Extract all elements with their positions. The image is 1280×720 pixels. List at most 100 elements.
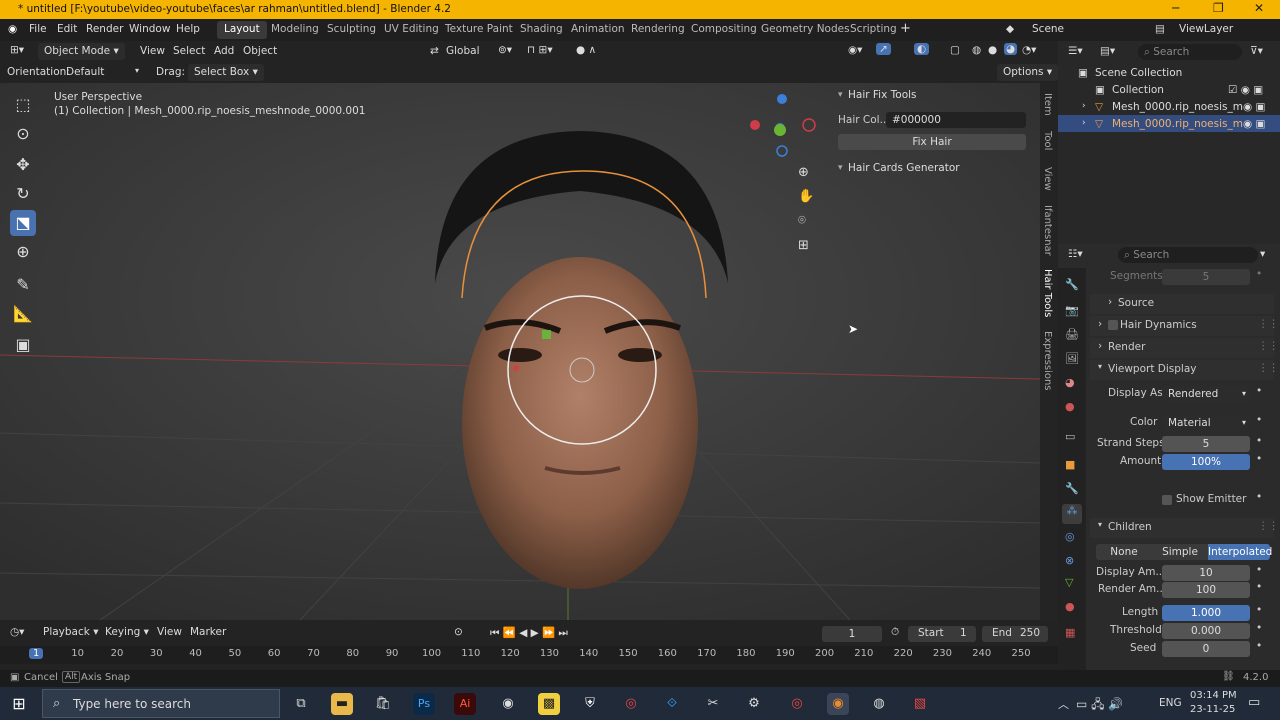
keyframe-dot-icon[interactable]: • [1256,453,1262,465]
tab-item[interactable]: Item [1042,93,1053,116]
marker-menu[interactable]: Marker [190,626,226,638]
maximize-icon[interactable]: ❐ [1213,1,1224,15]
start-frame-field[interactable]: Start 1 [908,626,976,642]
data-props-icon[interactable]: ▽ [1065,576,1073,589]
zoom-icon[interactable]: ⊕ [798,165,809,180]
transform-tool-icon[interactable]: ⊕ [10,239,36,265]
editor-type-icon[interactable]: ⊞▾ [10,44,24,56]
modifier-props-icon[interactable]: 🔧 [1065,482,1079,495]
move-tool-icon[interactable]: ✥ [10,152,36,178]
outliner-editor-icon[interactable]: ☰▾ [1068,45,1083,57]
menu-render[interactable]: Render [86,23,123,35]
tab-geometry-nodes[interactable]: Geometry Nodes [754,21,857,39]
tray-chevron-icon[interactable]: ︿ [1058,696,1069,712]
proportional-edit-icon[interactable]: ● ∧ [576,44,596,56]
clock-date[interactable]: 23-11-25 [1190,704,1235,715]
security-icon[interactable]: ⛨ [579,693,601,715]
mode-dropdown[interactable]: Object Mode ▾ [38,43,125,60]
menu-select[interactable]: Select [173,45,205,57]
taskbar-search[interactable]: ⌕ Type here to search [42,689,280,718]
blender-taskbar-icon[interactable]: ◉ [827,693,849,715]
tab-sculpting[interactable]: Sculpting [320,21,383,39]
obs-icon[interactable]: ◍ [868,693,890,715]
store-icon[interactable]: 🛍 [372,693,394,715]
hair-fix-tools-title[interactable]: Hair Fix Tools [848,89,917,101]
menu-file[interactable]: File [29,23,47,35]
auto-keying-icon[interactable]: ⊙ [454,626,463,638]
output-props-icon[interactable]: 🖨 [1065,328,1079,341]
strand-steps-field[interactable]: 5 [1162,436,1250,452]
menu-object[interactable]: Object [243,45,277,57]
outliner-item-mesh-1[interactable]: Mesh_0000.rip_noesis_m [1112,101,1243,113]
fix-hair-button[interactable]: Fix Hair [838,134,1026,150]
render-props-icon[interactable]: 📷 [1065,304,1079,317]
annotate-tool-icon[interactable]: ✎ [10,272,36,298]
viewport-display-panel-header[interactable]: ▾ Viewport Display ⋮⋮ [1090,360,1279,380]
solid-shading-icon[interactable]: ● [988,44,997,56]
hair-color-field[interactable]: #000000 [886,112,1026,128]
head-model[interactable] [462,257,698,589]
keyframe-dot-icon[interactable]: • [1256,414,1262,426]
mesh-2-visibility-icons[interactable]: ◉ ▣ [1243,118,1265,130]
app-icon[interactable]: ▩ [538,693,560,715]
app-icon[interactable]: ◉ [497,693,519,715]
tab-shading[interactable]: Shading [513,21,570,39]
display-as-dropdown[interactable]: Rendered ▾ [1162,386,1250,402]
display-amount-field[interactable]: 10 [1162,565,1250,581]
menu-window[interactable]: Window [129,23,170,35]
collection-props-icon[interactable]: ▭ [1065,430,1075,443]
timeline-view-menu[interactable]: View [157,626,182,638]
app-icon[interactable]: ✂ [702,693,724,715]
tab-uv-editing[interactable]: UV Editing [377,21,446,39]
keyframe-dot-icon[interactable]: • [1256,581,1262,593]
length-slider[interactable]: 1.000 [1162,605,1250,621]
file-explorer-icon[interactable]: ▬ [331,693,353,715]
tab-rendering[interactable]: Rendering [624,21,692,39]
drag-handle-icon[interactable]: ⋮⋮ [1258,340,1279,352]
tray-icons[interactable]: ▭ 🖧 🔊 [1076,695,1123,716]
keyframe-dot-icon[interactable]: • [1256,435,1262,447]
tab-modeling[interactable]: Modeling [264,21,326,39]
close-icon[interactable]: ✕ [1254,1,1264,15]
tab-hair-tools[interactable]: Hair Tools [1042,269,1053,317]
tool-props-icon[interactable]: 🔧 [1065,278,1079,291]
hair-cards-generator-title[interactable]: Hair Cards Generator [848,162,960,174]
world-props-icon[interactable]: ● [1065,400,1075,413]
hair-dynamics-checkbox[interactable] [1108,320,1118,330]
tab-tool[interactable]: Tool [1042,131,1053,150]
wireframe-shading-icon[interactable]: ◍ [972,44,981,56]
orientation-global[interactable]: Global [446,45,480,57]
keyframe-dot-icon[interactable]: • [1256,268,1262,280]
children-none-button[interactable]: None [1096,544,1152,560]
amount-slider[interactable]: 100% [1162,454,1250,470]
keyframe-dot-icon[interactable]: • [1256,491,1262,503]
expand-arrow-icon[interactable]: › [1082,101,1086,111]
scene-name[interactable]: Scene [1032,23,1064,35]
segments-field[interactable]: 5 [1162,269,1250,285]
rotate-tool-icon[interactable]: ↻ [10,181,36,207]
tab-compositing[interactable]: Compositing [684,21,764,39]
xray-icon[interactable]: ▢ [950,44,960,56]
playback-controls[interactable]: ⏮ ⏪ ◀ ▶ ⏩ ⏭ [490,626,568,640]
add-workspace-icon[interactable]: + [900,21,911,36]
material-shading-icon[interactable]: ◕ [1004,43,1018,55]
source-panel-header[interactable]: › Source [1090,294,1274,314]
collection-visibility-icons[interactable]: ☑ ◉ ▣ [1228,84,1263,96]
show-emitter-checkbox[interactable] [1162,495,1172,505]
measure-tool-icon[interactable]: 📐 [10,301,36,327]
object-props-icon[interactable]: ■ [1065,458,1075,471]
texture-props-icon[interactable]: ▦ [1065,626,1075,639]
tab-view[interactable]: View [1042,167,1053,191]
language-indicator[interactable]: ENG [1159,697,1182,709]
tab-texture-paint[interactable]: Texture Paint [438,21,520,39]
outliner-search[interactable]: ⌕ Search [1138,44,1242,60]
chevron-down-icon[interactable]: ▾ [838,163,843,173]
snap-icon[interactable]: ⊓ ⊞▾ [527,44,553,56]
view-layer-icon[interactable]: ▤ [1155,23,1165,35]
cursor-tool-icon[interactable]: ⊙ [10,121,36,147]
outliner-item-mesh-2[interactable]: Mesh_0000.rip_noesis_m [1112,118,1243,130]
display-mode-icon[interactable]: ▤▾ [1100,45,1115,57]
keyframe-dot-icon[interactable]: • [1256,564,1262,576]
orientation-value[interactable]: Default [66,66,104,78]
select-box-icon[interactable]: ⬚ [10,92,36,118]
